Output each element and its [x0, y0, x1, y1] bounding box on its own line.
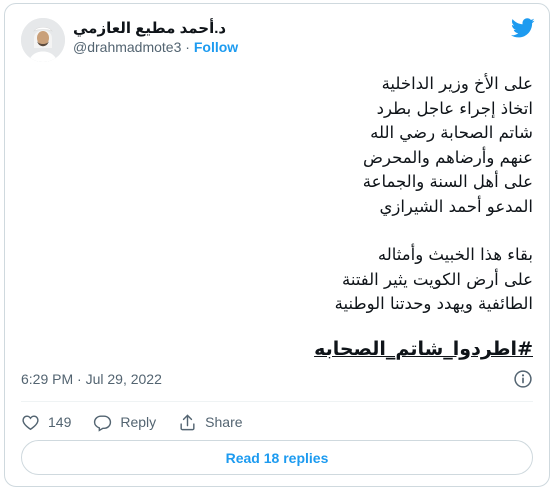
- tweet-text: على الأخ وزير الداخلية اتخاذ إجراء عاجل …: [33, 72, 533, 317]
- share-icon: [180, 413, 195, 430]
- heart-icon: [22, 414, 39, 430]
- text-line: شاتم الصحابة رضي الله: [370, 123, 533, 142]
- text-line: الطائفية ويهدد وحدتنا الوطنية: [334, 294, 533, 313]
- handle-row: @drahmadmote3 · Follow: [73, 39, 238, 55]
- text-line: بقاء هذا الخبيث وأمثاله: [377, 245, 533, 264]
- text-line: عنهم وأرضاهم والمحرض: [363, 147, 533, 167]
- text-line: اتخاذ إجراء عاجل بطرد: [376, 98, 533, 118]
- like-button[interactable]: 149: [21, 413, 71, 432]
- share-label: Share: [205, 414, 243, 430]
- text-line: على أرض الكويت يثير الفتنة: [342, 269, 533, 289]
- reply-label: Reply: [120, 414, 157, 430]
- share-button[interactable]: Share: [178, 413, 243, 432]
- hashtag-link[interactable]: #اطردوا_شاتم_الصحابه: [314, 338, 533, 360]
- follow-button[interactable]: Follow: [194, 39, 238, 55]
- twitter-bird-icon[interactable]: [511, 16, 535, 40]
- text-line: على الأخ وزير الداخلية: [381, 74, 533, 93]
- tweet-card: د.أحمد مطيع العازمي @drahmadmote3 · Foll…: [4, 3, 550, 487]
- like-count: 149: [48, 414, 72, 430]
- tweet-paragraph: على الأخ وزير الداخلية اتخاذ إجراء عاجل …: [33, 72, 533, 219]
- info-icon[interactable]: [513, 369, 533, 389]
- author-name[interactable]: د.أحمد مطيع العازمي: [73, 19, 226, 37]
- reply-icon: [94, 414, 112, 432]
- author-handle[interactable]: @drahmadmote3: [73, 39, 181, 55]
- tweet-paragraph: بقاء هذا الخبيث وأمثاله على أرض الكويت ي…: [33, 243, 533, 317]
- separator-dot: ·: [185, 39, 190, 55]
- tweet-actions: 149 Reply Share: [21, 408, 243, 436]
- tweet-timestamp[interactable]: 6:29 PM · Jul 29, 2022: [21, 371, 162, 387]
- reply-button[interactable]: Reply: [93, 413, 156, 432]
- read-replies-button[interactable]: Read 18 replies: [21, 440, 533, 475]
- divider: [21, 401, 533, 402]
- text-line: المدعو أحمد الشيرازي: [379, 196, 533, 216]
- text-line: على أهل السنة والجماعة: [362, 172, 533, 191]
- avatar[interactable]: [21, 18, 65, 62]
